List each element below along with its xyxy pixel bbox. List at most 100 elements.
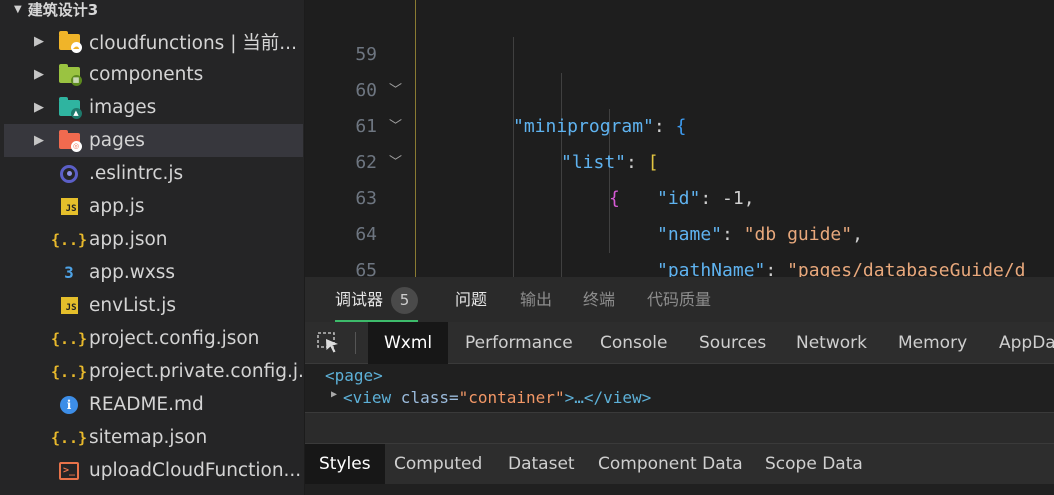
tree-item-sitemap[interactable]: {..} sitemap.json [4, 421, 303, 454]
terminal-file-icon: >_ [58, 460, 80, 482]
tab-memory[interactable]: Memory [898, 322, 967, 364]
file-explorer: ▼ 建筑设计3 ▶ ☁ cloudfunctions | 当前... ▶ ▦ c… [0, 0, 305, 495]
styles-tab-bar: Styles Computed Dataset Component Data S… [305, 444, 1054, 484]
tab-sources[interactable]: Sources [699, 322, 766, 364]
tree-item-label: uploadCloudFunction.... [89, 460, 303, 481]
project-header[interactable]: ▼ 建筑设计3 [0, 0, 304, 23]
code-editor[interactable]: 59 ﹀ "miniprogram": { 60 ﹀ "list": [ 61 … [305, 0, 1054, 277]
tree-item-label: .eslintrc.js [89, 163, 184, 184]
css-file-icon: 3 [64, 263, 74, 282]
code-line[interactable]: 60 ﹀ "list": [ [305, 37, 1054, 173]
tree-item-label: pages [89, 130, 145, 151]
js-file-icon: JS [58, 196, 80, 218]
tree-item-label: app.js [89, 196, 145, 217]
info-icon: i [58, 394, 80, 416]
tab-appdata-label: AppDa [999, 333, 1054, 353]
tree-item-app-json[interactable]: {..} app.json [4, 223, 303, 256]
tree-item-label: cloudfunctions | 当前... [89, 32, 297, 54]
tab-styles[interactable]: Styles [305, 444, 385, 484]
code-line[interactable]: 61 ﹀ { [305, 73, 1054, 209]
tree-item-envlist-js[interactable]: JS envList.js [4, 289, 303, 322]
project-name: 建筑设计3 [27, 0, 99, 19]
js-file-icon: JS [58, 295, 80, 317]
code-line[interactable]: 62 "id": -1, [305, 109, 1054, 209]
devtools-panel: 调试器 5 问题 输出 终端 代码质量 Wxml Performance Cons… [305, 277, 1054, 495]
styles-pane [305, 484, 1054, 495]
chevron-right-icon[interactable]: ▶ [34, 133, 44, 148]
tree-item-label: images [89, 97, 157, 118]
tab-sources-label: Sources [699, 333, 767, 353]
json-file-icon: {..} [50, 230, 88, 249]
cloud-folder-icon: ☁ [58, 30, 82, 53]
tree-item-project-config[interactable]: {..} project.config.json [4, 322, 303, 355]
tree-item-eslintrc[interactable]: .eslintrc.js [4, 157, 303, 190]
tab-appdata[interactable]: AppDa [999, 322, 1054, 364]
code-line[interactable]: 64 "pathName": "pages/databaseGuide/d [305, 181, 1054, 277]
tab-component-data-label: Component Data [598, 454, 743, 474]
breadcrumb-bar [305, 412, 1054, 444]
tab-code-quality[interactable]: 代码质量 [647, 277, 711, 322]
wxml-node-view[interactable]: <view class="container">…</view> [343, 386, 651, 410]
inspect-element-icon[interactable] [317, 332, 341, 354]
json-file-icon: {..} [50, 362, 88, 381]
tab-terminal[interactable]: 终端 [583, 277, 615, 322]
tree-item-pages[interactable]: ▶ ◎ pages [4, 124, 303, 157]
code-line[interactable]: 59 ﹀ "miniprogram": { [305, 1, 1054, 137]
tab-output[interactable]: 输出 [520, 277, 552, 322]
components-folder-icon: ▦ [58, 63, 82, 86]
code-line[interactable]: 66 ] [305, 253, 1054, 277]
tab-network-label: Network [796, 333, 867, 353]
tab-performance-label: Performance [465, 333, 573, 353]
tab-problems[interactable]: 问题 [455, 277, 487, 322]
collapse-triangle-icon[interactable]: ▼ [14, 4, 22, 15]
panel-tab-bar: 调试器 5 问题 输出 终端 代码质量 [305, 277, 1054, 322]
tab-debugger[interactable]: 调试器 5 [335, 277, 419, 322]
devtools-tab-bar: Wxml Performance Console Sources Network… [305, 322, 1054, 364]
wxml-attr-value: "container" [458, 388, 565, 407]
tab-console[interactable]: Console [600, 322, 668, 364]
tab-output-label: 输出 [520, 290, 553, 309]
chevron-right-icon[interactable]: ▶ [34, 100, 44, 115]
expand-triangle-icon[interactable]: ▶ [331, 389, 337, 400]
tree-item-label: components [89, 64, 204, 85]
chevron-right-icon[interactable]: ▶ [34, 34, 44, 49]
tab-scope-data-label: Scope Data [765, 454, 863, 474]
tree-item-app-wxss[interactable]: 3 app.wxss [4, 256, 303, 289]
tree-item-app-js[interactable]: JS app.js [4, 190, 303, 223]
tree-item-readme[interactable]: i README.md [4, 388, 303, 421]
chevron-right-icon[interactable]: ▶ [34, 67, 44, 82]
tab-styles-label: Styles [319, 454, 371, 474]
tree-item-label: sitemap.json [89, 427, 208, 448]
tree-item-label: project.config.json [89, 328, 260, 349]
tab-computed-label: Computed [394, 454, 483, 474]
tree-item-cloudfunctions[interactable]: ▶ ☁ cloudfunctions | 当前... [4, 25, 303, 58]
wxml-tag: <page> [325, 366, 383, 385]
tab-console-label: Console [600, 333, 668, 353]
tab-debugger-label: 调试器 [335, 290, 384, 309]
wxml-attr-name: class= [391, 388, 459, 407]
code-line[interactable]: 63 "name": "db guide", [305, 145, 1054, 245]
tab-wxml-label: Wxml [384, 333, 433, 353]
tab-computed[interactable]: Computed [394, 444, 482, 484]
tab-dataset-label: Dataset [508, 454, 575, 474]
tab-problems-label: 问题 [455, 290, 488, 309]
tab-component-data[interactable]: Component Data [598, 444, 743, 484]
tree-item-project-private-config[interactable]: {..} project.private.config.j... [4, 355, 303, 388]
tab-scope-data[interactable]: Scope Data [765, 444, 863, 484]
tree-item-label: app.json [89, 229, 168, 250]
wxml-tree[interactable]: <page> ▶ <view class="container">…</view… [305, 364, 1054, 412]
wxml-node-page[interactable]: <page> [325, 364, 383, 388]
tab-dataset[interactable]: Dataset [508, 444, 575, 484]
tab-performance[interactable]: Performance [465, 322, 573, 364]
tree-item-label: envList.js [89, 295, 177, 316]
tree-item-components[interactable]: ▶ ▦ components [4, 58, 303, 91]
code-line[interactable]: 65 } [305, 217, 1054, 277]
tab-network[interactable]: Network [796, 322, 867, 364]
images-folder-icon: ▲ [58, 96, 82, 119]
wxml-tag: <view [343, 388, 392, 407]
tab-wxml[interactable]: Wxml [368, 322, 449, 364]
eslint-icon [58, 163, 80, 185]
tree-item-upload-cloud-function[interactable]: >_ uploadCloudFunction.... [4, 454, 303, 487]
pages-folder-icon: ◎ [58, 129, 82, 152]
tree-item-images[interactable]: ▶ ▲ images [4, 91, 303, 124]
